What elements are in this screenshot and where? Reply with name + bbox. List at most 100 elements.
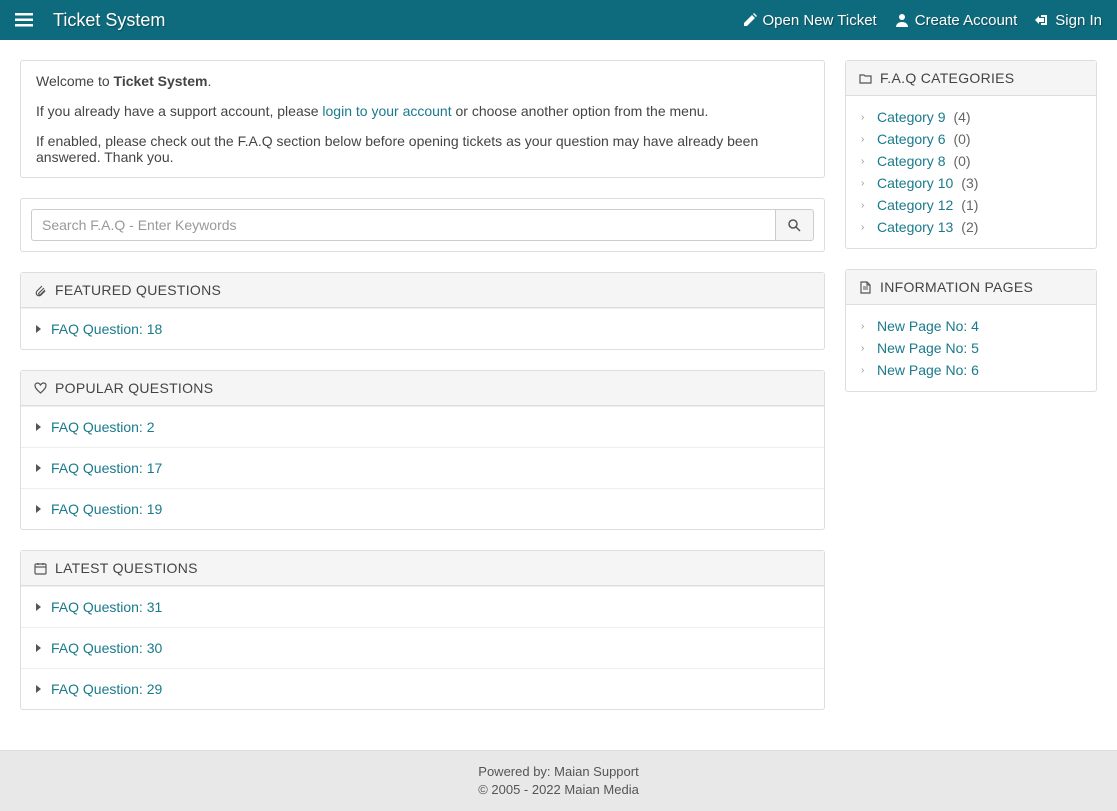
popular-questions-panel: POPULAR QUESTIONS FAQ Question: 2 FAQ Que… xyxy=(20,370,825,530)
welcome-line-3: If enabled, please check out the F.A.Q s… xyxy=(36,133,809,165)
caret-right-icon xyxy=(36,423,41,431)
footer: Powered by: Maian Support © 2005 - 2022 … xyxy=(0,750,1117,811)
faq-link[interactable]: FAQ Question: 18 xyxy=(51,321,162,337)
paperclip-icon xyxy=(34,284,47,297)
featured-questions-panel: FEATURED QUESTIONS FAQ Question: 18 xyxy=(20,272,825,350)
welcome-line-2: If you already have a support account, p… xyxy=(36,103,809,119)
category-count: (0) xyxy=(953,131,970,147)
category-link[interactable]: Category 6 xyxy=(877,131,945,147)
category-link[interactable]: Category 8 xyxy=(877,153,945,169)
panel-heading: LATEST QUESTIONS xyxy=(21,551,824,586)
chevron-right-icon: › xyxy=(861,134,869,145)
calendar-icon xyxy=(34,562,47,575)
caret-right-icon xyxy=(36,505,41,513)
faq-list-item[interactable]: FAQ Question: 19 xyxy=(21,488,824,529)
search-input[interactable] xyxy=(31,209,775,241)
footer-line-2: © 2005 - 2022 Maian Media xyxy=(0,781,1117,799)
faq-list-item[interactable]: FAQ Question: 2 xyxy=(21,406,824,447)
page-item: › New Page No: 6 xyxy=(861,359,1081,381)
category-count: (2) xyxy=(961,219,978,235)
footer-line-1: Powered by: Maian Support xyxy=(0,763,1117,781)
panel-heading: INFORMATION PAGES xyxy=(846,270,1096,305)
page-link[interactable]: New Page No: 6 xyxy=(877,362,979,378)
faq-link[interactable]: FAQ Question: 17 xyxy=(51,460,162,476)
category-count: (4) xyxy=(953,109,970,125)
menu-icon[interactable] xyxy=(15,13,33,27)
file-icon xyxy=(859,281,872,294)
sign-in-icon xyxy=(1035,13,1049,27)
faq-list-item[interactable]: FAQ Question: 31 xyxy=(21,586,824,627)
information-pages-panel: INFORMATION PAGES › New Page No: 4› New … xyxy=(845,269,1097,392)
faq-list-item[interactable]: FAQ Question: 30 xyxy=(21,627,824,668)
page-link[interactable]: New Page No: 5 xyxy=(877,340,979,356)
faq-list-item[interactable]: FAQ Question: 29 xyxy=(21,668,824,709)
section-title: POPULAR QUESTIONS xyxy=(55,380,213,396)
category-item: › Category 13 (2) xyxy=(861,216,1081,238)
navbar-left: Ticket System xyxy=(15,10,165,31)
caret-right-icon xyxy=(36,325,41,333)
main-column: Welcome to Ticket System. If you already… xyxy=(20,60,825,730)
chevron-right-icon: › xyxy=(861,178,869,189)
user-icon xyxy=(895,13,909,27)
category-count: (1) xyxy=(961,197,978,213)
nav-label: Open New Ticket xyxy=(763,12,877,29)
search-panel xyxy=(20,198,825,252)
chevron-right-icon: › xyxy=(861,222,869,233)
open-new-ticket-link[interactable]: Open New Ticket xyxy=(743,12,877,29)
panel-heading: FEATURED QUESTIONS xyxy=(21,273,824,308)
category-item: › Category 8 (0) xyxy=(861,150,1081,172)
page-item: › New Page No: 4 xyxy=(861,315,1081,337)
faq-link[interactable]: FAQ Question: 30 xyxy=(51,640,162,656)
sign-in-link[interactable]: Sign In xyxy=(1035,12,1102,29)
welcome-panel: Welcome to Ticket System. If you already… xyxy=(20,60,825,178)
login-link[interactable]: login to your account xyxy=(322,103,451,119)
chevron-right-icon: › xyxy=(861,200,869,211)
category-item: › Category 10 (3) xyxy=(861,172,1081,194)
latest-questions-panel: LATEST QUESTIONS FAQ Question: 31 FAQ Que… xyxy=(20,550,825,710)
page-item: › New Page No: 5 xyxy=(861,337,1081,359)
category-count: (3) xyxy=(961,175,978,191)
category-link[interactable]: Category 13 xyxy=(877,219,953,235)
chevron-right-icon: › xyxy=(861,365,869,376)
caret-right-icon xyxy=(36,644,41,652)
section-title: F.A.Q CATEGORIES xyxy=(880,70,1014,86)
section-title: INFORMATION PAGES xyxy=(880,279,1033,295)
caret-right-icon xyxy=(36,464,41,472)
sidebar: F.A.Q CATEGORIES › Category 9 (4)› Categ… xyxy=(845,60,1097,730)
category-link[interactable]: Category 12 xyxy=(877,197,953,213)
nav-label: Create Account xyxy=(915,12,1018,29)
create-account-link[interactable]: Create Account xyxy=(895,12,1018,29)
chevron-right-icon: › xyxy=(861,112,869,123)
page-link[interactable]: New Page No: 4 xyxy=(877,318,979,334)
category-link[interactable]: Category 9 xyxy=(877,109,945,125)
navbar: Ticket System Open New Ticket Create Acc… xyxy=(0,0,1117,40)
faq-link[interactable]: FAQ Question: 19 xyxy=(51,501,162,517)
caret-right-icon xyxy=(36,685,41,693)
panel-heading: POPULAR QUESTIONS xyxy=(21,371,824,406)
chevron-right-icon: › xyxy=(861,156,869,167)
category-item: › Category 6 (0) xyxy=(861,128,1081,150)
search-button[interactable] xyxy=(775,209,814,241)
main-container: Welcome to Ticket System. If you already… xyxy=(0,40,1117,750)
pencil-icon xyxy=(743,13,757,27)
panel-heading: F.A.Q CATEGORIES xyxy=(846,61,1096,96)
welcome-line-1: Welcome to Ticket System. xyxy=(36,73,809,89)
section-title: LATEST QUESTIONS xyxy=(55,560,198,576)
search-icon xyxy=(788,219,801,232)
faq-list-item[interactable]: FAQ Question: 18 xyxy=(21,308,824,349)
chevron-right-icon: › xyxy=(861,321,869,332)
faq-link[interactable]: FAQ Question: 2 xyxy=(51,419,155,435)
category-link[interactable]: Category 10 xyxy=(877,175,953,191)
chevron-right-icon: › xyxy=(861,343,869,354)
brand-title[interactable]: Ticket System xyxy=(53,10,165,31)
faq-list-item[interactable]: FAQ Question: 17 xyxy=(21,447,824,488)
faq-categories-panel: F.A.Q CATEGORIES › Category 9 (4)› Categ… xyxy=(845,60,1097,249)
category-item: › Category 12 (1) xyxy=(861,194,1081,216)
faq-link[interactable]: FAQ Question: 31 xyxy=(51,599,162,615)
nav-label: Sign In xyxy=(1055,12,1102,29)
category-item: › Category 9 (4) xyxy=(861,106,1081,128)
section-title: FEATURED QUESTIONS xyxy=(55,282,221,298)
faq-link[interactable]: FAQ Question: 29 xyxy=(51,681,162,697)
navbar-right: Open New Ticket Create Account Sign In xyxy=(743,12,1102,29)
folder-icon xyxy=(859,72,872,85)
